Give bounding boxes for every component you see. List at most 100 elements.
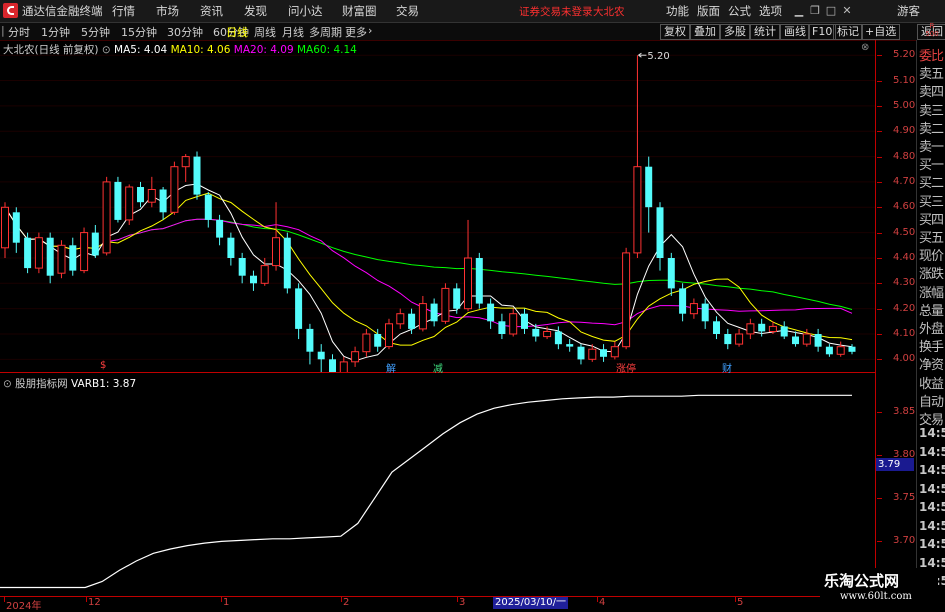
indicator-chart[interactable] xyxy=(0,374,875,596)
period-tab-multi[interactable]: 多周期 xyxy=(309,24,342,40)
period-tab-more[interactable]: 更多 xyxy=(345,24,367,40)
period-tab-30min[interactable]: 30分钟 xyxy=(167,24,203,40)
candle-body xyxy=(610,346,619,358)
quote-label: 净资 xyxy=(919,358,944,374)
candle-body xyxy=(622,252,631,348)
price-tick-mark xyxy=(877,207,882,209)
trade-time: 14:56 xyxy=(919,463,945,477)
candle-body xyxy=(12,212,20,243)
price-tick-label: 5.20 xyxy=(893,49,916,61)
mark-button[interactable]: 标记 xyxy=(833,24,863,40)
candle-body xyxy=(735,333,744,345)
candle-body xyxy=(724,334,732,345)
menu-item-formula[interactable]: 公式 xyxy=(728,3,751,19)
candle-body xyxy=(351,351,360,363)
candle-body xyxy=(453,288,461,309)
candle-body xyxy=(147,189,156,203)
candle-body xyxy=(193,156,201,195)
varb1-line xyxy=(0,394,852,589)
price-tick-label: 4.90 xyxy=(893,125,916,137)
trade-time: 14:56 xyxy=(919,537,945,551)
app-title: 通达信金融终端 xyxy=(22,4,103,18)
price-tick-label: 4.20 xyxy=(893,302,916,314)
candle-body xyxy=(441,287,450,322)
menu-item-options[interactable]: 选项 xyxy=(759,3,782,19)
menu-item-wealth[interactable]: 财富圈 xyxy=(342,3,377,19)
period-tab-daily[interactable]: 日线 xyxy=(226,24,248,40)
period-tab-weekly[interactable]: 周线 xyxy=(254,24,276,40)
menu-item-trade[interactable]: 交易 xyxy=(396,3,419,19)
candle-body xyxy=(802,333,811,345)
price-tick-mark xyxy=(877,232,882,234)
date-tick-label: 1 xyxy=(223,597,230,608)
indicator-tick-mark xyxy=(877,540,882,542)
menu-item-markets[interactable]: 市场 xyxy=(156,3,179,19)
price-tick-mark xyxy=(877,55,882,57)
candle-body xyxy=(170,166,179,213)
trade-time: 14:56 xyxy=(919,518,945,533)
candle-body xyxy=(554,331,562,345)
candle-body xyxy=(204,194,212,220)
restore-icon[interactable]: ❐ xyxy=(808,4,822,17)
quote-label: 买三 xyxy=(919,194,944,210)
date-tick-label: 4 xyxy=(599,597,606,608)
candle-body xyxy=(408,313,416,329)
top-menu-bar: 通达信金融终端 行情 市场 资讯 发现 问小达 财富圈 交易 证券交易未登录 大… xyxy=(0,0,945,23)
menu-item-news[interactable]: 资讯 xyxy=(200,3,223,19)
current-value-box: 3.79 xyxy=(876,457,914,471)
candle-body xyxy=(125,186,134,221)
period-tab-5min[interactable]: 5分钟 xyxy=(81,24,110,40)
stats-button[interactable]: 统计 xyxy=(750,24,780,40)
price-tick-label: 4.10 xyxy=(893,328,916,339)
more-chevron-icon[interactable]: › xyxy=(368,24,372,37)
quote-label: 买一 xyxy=(919,158,944,174)
date-tick-label: 5 xyxy=(737,597,744,608)
candlestick-chart[interactable]: 5.203.87 xyxy=(0,40,875,372)
login-status[interactable]: 证券交易未登录 xyxy=(519,4,593,19)
crosshair-date: 2025/03/10/一 xyxy=(493,597,569,609)
indicator-tick-mark xyxy=(877,497,882,499)
menu-item-assistant[interactable]: 问小达 xyxy=(288,3,323,19)
draw-line-button[interactable]: 画线 xyxy=(780,24,810,40)
price-tick-mark xyxy=(877,283,882,285)
period-tab-monthly[interactable]: 月线 xyxy=(282,24,304,40)
quote-label: 外盘 xyxy=(919,322,944,337)
price-tick-mark xyxy=(877,105,882,107)
date-tick-mark xyxy=(86,597,87,602)
menu-item-function[interactable]: 功能 xyxy=(666,3,689,19)
add-watchlist-button[interactable]: +自选 xyxy=(861,24,901,40)
candle-body xyxy=(362,333,371,353)
period-tab-15min[interactable]: 15分钟 xyxy=(121,24,157,40)
rank-corner-bottom: 500 xyxy=(925,30,939,38)
candle-body xyxy=(679,288,687,314)
period-tab-1min[interactable]: 1分钟 xyxy=(41,24,70,40)
adjust-button[interactable]: 复权 xyxy=(660,24,690,40)
candle-body xyxy=(509,313,518,335)
current-stock-name: 大北农 xyxy=(593,6,625,18)
minimize-icon[interactable]: ▁ xyxy=(792,4,806,17)
menu-item-discover[interactable]: 发现 xyxy=(244,3,267,19)
candle-body xyxy=(814,334,822,347)
candle-body xyxy=(57,244,66,274)
menu-item-market[interactable]: 行情 xyxy=(112,3,135,19)
candle-body xyxy=(656,207,664,258)
overlay-button[interactable]: 叠加 xyxy=(690,24,720,40)
menu-item-layout[interactable]: 版面 xyxy=(697,3,720,19)
quote-label: 委比 xyxy=(919,49,944,64)
quote-label: 买五 xyxy=(919,231,944,246)
candle-body xyxy=(181,156,190,168)
guest-user-label[interactable]: 游客 xyxy=(897,3,920,19)
period-tab-timeshare[interactable]: 分时 xyxy=(8,24,30,40)
candle-body xyxy=(306,328,314,352)
candle-body xyxy=(836,346,845,355)
candle-body xyxy=(713,321,720,334)
date-tick-label: 12 xyxy=(88,597,101,608)
signal-label: 财 xyxy=(722,364,732,375)
multi-stock-button[interactable]: 多股 xyxy=(720,24,750,40)
candle-body xyxy=(689,303,698,315)
candle-body xyxy=(69,245,77,271)
close-icon[interactable]: ✕ xyxy=(840,4,854,17)
date-tick-mark xyxy=(735,597,736,602)
price-tick-label: 4.50 xyxy=(893,226,916,238)
maximize-icon[interactable]: □ xyxy=(824,4,838,17)
